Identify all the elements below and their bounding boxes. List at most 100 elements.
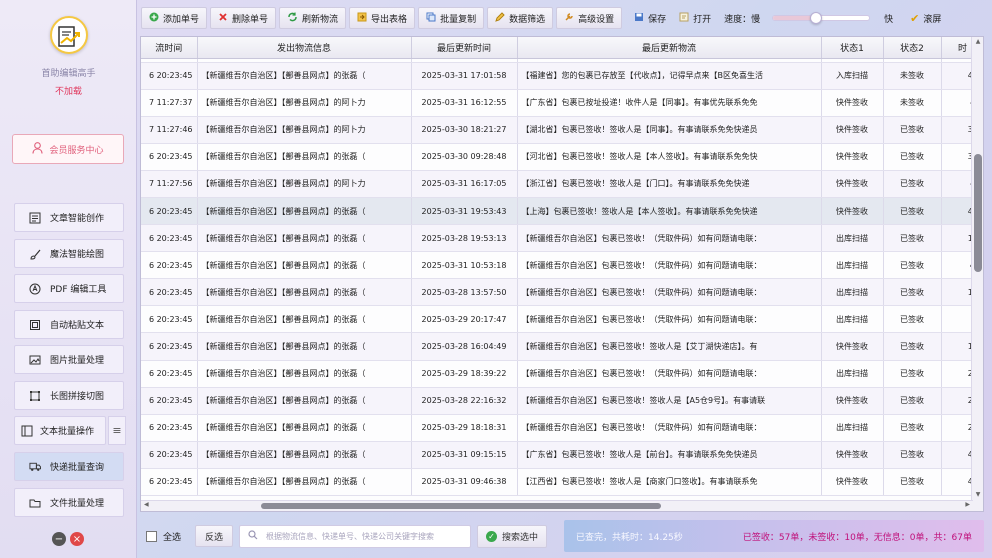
table-cell: 6 20:23:45 xyxy=(141,224,198,253)
member-center-button[interactable]: 会员服务中心 xyxy=(12,134,124,164)
table-row[interactable]: 6 20:23:45 【新疆维吾尔自治区】【鄯善县网点】的张磊（ 2025-03-3… xyxy=(141,468,983,497)
table-cell: 【新疆维吾尔自治区】【鄯善县网点】的张磊（ xyxy=(197,387,412,415)
minimize-icon[interactable]: − xyxy=(52,532,66,546)
table-row[interactable]: 7 11:27:37 【新疆维吾尔自治区】【鄯善县网点】的阿卜力 2025-03-3… xyxy=(141,89,983,117)
scroll-left-icon[interactable]: ◀ xyxy=(144,501,149,508)
table-cell: 已签收 xyxy=(883,143,942,171)
delete-button[interactable]: 删除单号 xyxy=(210,7,277,29)
table-cell: 出库扫描 xyxy=(821,305,884,334)
table-cell: 未签收 xyxy=(883,62,942,90)
table-row[interactable]: 6 20:23:45 【新疆维吾尔自治区】【鄯善县网点】的张磊（ 2025-03-3… xyxy=(141,197,983,226)
speed-slider-handle[interactable] xyxy=(810,12,823,24)
table-cell: 【新疆维吾尔自治区】【鄯善县网点】的张磊（ xyxy=(197,305,412,334)
nav-item-file-batch[interactable]: 文件批量处理 xyxy=(14,488,124,517)
table-cell: 已签收 xyxy=(883,305,942,334)
scroll-right-icon[interactable]: ▶ xyxy=(965,501,970,508)
text-icon xyxy=(21,425,33,437)
nav-item-article[interactable]: 文章智能创作 xyxy=(14,203,124,232)
nav-item-long-image[interactable]: 长图拼接切图 xyxy=(14,381,124,410)
filter-button[interactable]: 数据筛选 xyxy=(487,7,554,29)
column-header[interactable]: 流时间 xyxy=(141,37,198,59)
table-cell: 已签收 xyxy=(883,197,942,226)
batch-copy-button[interactable]: 批量复制 xyxy=(418,7,485,29)
table-row[interactable]: 6 20:23:45 【新疆维吾尔自治区】【鄯善县网点】的张磊（ 2025-03-3… xyxy=(141,62,983,90)
table-row[interactable]: 6 20:23:45 【新疆维吾尔自治区】【鄯善县网点】的张磊（ 2025-03-2… xyxy=(141,332,983,361)
refresh-icon xyxy=(287,12,298,25)
advanced-settings-button[interactable]: 高级设置 xyxy=(556,7,623,29)
save-button[interactable]: 保存 xyxy=(631,7,669,29)
table-row[interactable]: 6 20:23:45 【新疆维吾尔自治区】【鄯善县网点】的张磊（ 2025-03-2… xyxy=(141,360,983,388)
vertical-scrollbar[interactable]: ▲ ▼ xyxy=(971,37,983,511)
column-header[interactable]: 最后更新物流 xyxy=(517,37,822,59)
nav-item-paste[interactable]: 自动粘贴文本 xyxy=(14,310,124,339)
table-cell: 【浙江省】包裹已签收！签收人是【门口】。有事请联系免免快递 xyxy=(517,170,822,198)
table-cell: 6 20:23:45 xyxy=(141,305,198,334)
filter-button-label: 数据筛选 xyxy=(509,14,546,25)
scroll-down-icon[interactable]: ▼ xyxy=(972,491,983,501)
table-cell: 快件签收 xyxy=(821,170,884,198)
brand-status[interactable]: 不加载 xyxy=(0,84,137,97)
table-row[interactable]: 6 20:23:45 【新疆维吾尔自治区】【鄯善县网点】的张磊（ 2025-03-2… xyxy=(141,387,983,415)
status-bar: 已查完，共耗时：14.25秒 已签收：57单，未签收：10单，无信息：0单，共：… xyxy=(564,520,984,552)
table-cell: 2025-03-31 09:15:15 xyxy=(411,441,518,469)
table-cell: 2025-03-31 16:12:55 xyxy=(411,89,518,117)
table-cell: 快件签收 xyxy=(821,332,884,361)
status-done-text: 已查完，共耗时：14.25秒 xyxy=(576,532,683,543)
brand-name: 首助编辑高手 xyxy=(41,69,96,79)
table-cell: 6 20:23:45 xyxy=(141,332,198,361)
table-cell: 7 11:27:56 xyxy=(141,170,198,198)
nav-item-label: 快递批量查询 xyxy=(50,463,105,473)
export-button-label: 导出表格 xyxy=(371,14,408,25)
table-cell: 2025-03-28 19:53:13 xyxy=(411,224,518,253)
close-icon[interactable]: × xyxy=(70,532,84,546)
horizontal-scroll-thumb[interactable] xyxy=(261,503,661,509)
nav-item-express[interactable]: 快递批量查询 xyxy=(14,452,124,481)
sidebar: 首助编辑高手 不加载 会员服务中心 文章智能创作 魔法智能绘图 PDF 编辑工具… xyxy=(0,0,137,558)
scroll-up-icon[interactable]: ▲ xyxy=(972,38,983,48)
table-row[interactable]: 6 20:23:45 【新疆维吾尔自治区】【鄯善县网点】的张磊（ 2025-03-2… xyxy=(141,224,983,253)
table-row[interactable]: 6 20:23:45 【新疆维吾尔自治区】【鄯善县网点】的张磊（ 2025-03-3… xyxy=(141,251,983,280)
table-cell: 6 20:23:45 xyxy=(141,468,198,497)
refresh-button[interactable]: 刷新物流 xyxy=(279,7,347,29)
table-cell: 出库扫描 xyxy=(821,224,884,253)
table-header-row: 流时间 发出物流信息 最后更新时间 最后更新物流 状态1 状态2 时 xyxy=(141,37,983,59)
table-row[interactable]: 6 20:23:45 【新疆维吾尔自治区】【鄯善县网点】的张磊（ 2025-03-2… xyxy=(141,305,983,334)
column-header[interactable]: 状态2 xyxy=(883,37,942,59)
nav-item-drawing[interactable]: 魔法智能绘图 xyxy=(14,239,124,268)
search-box[interactable] xyxy=(239,524,472,548)
column-header[interactable]: 状态1 xyxy=(821,37,884,59)
advanced-settings-button-label: 高级设置 xyxy=(578,14,615,25)
vertical-scroll-thumb[interactable] xyxy=(974,154,982,272)
scroll-toggle[interactable]: ✔ 滚屏 xyxy=(907,7,944,29)
table-cell: 已签收 xyxy=(883,224,942,253)
table-row[interactable]: 7 11:27:56 【新疆维吾尔自治区】【鄯善县网点】的阿卜力 2025-03-3… xyxy=(141,170,983,198)
document-icon xyxy=(29,212,41,224)
column-header[interactable]: 发出物流信息 xyxy=(197,37,412,59)
table-row[interactable]: 7 11:27:46 【新疆维吾尔自治区】【鄯善县网点】的阿卜力 2025-03-3… xyxy=(141,116,983,144)
add-button[interactable]: 添加单号 xyxy=(141,7,208,29)
search-selected-button[interactable]: ✓ 搜索选中 xyxy=(477,524,548,548)
table-row[interactable]: 6 20:23:45 【新疆维吾尔自治区】【鄯善县网点】的张磊（ 2025-03-2… xyxy=(141,278,983,307)
nav-item-text-batch[interactable]: 文本批量操作 xyxy=(14,416,106,445)
nav-item-pdf[interactable]: PDF 编辑工具 xyxy=(14,274,124,303)
invert-selection-button[interactable]: 反选 xyxy=(195,525,234,547)
wrench-icon xyxy=(564,12,574,25)
speed-slider[interactable] xyxy=(772,12,871,24)
search-input[interactable] xyxy=(266,531,467,541)
select-all-label[interactable]: 全选 xyxy=(163,530,181,543)
nav-item-image[interactable]: 图片批量处理 xyxy=(14,345,124,374)
table-cell: 6 20:23:45 xyxy=(141,414,198,442)
table-cell: 6 20:23:45 xyxy=(141,387,198,415)
column-header[interactable]: 最后更新时间 xyxy=(411,37,518,59)
select-all-checkbox[interactable] xyxy=(146,530,157,542)
table-row[interactable]: 6 20:23:45 【新疆维吾尔自治区】【鄯善县网点】的张磊（ 2025-03-3… xyxy=(141,441,983,469)
window-controls: − × xyxy=(52,532,84,546)
horizontal-scrollbar[interactable]: ◀ ▶ xyxy=(141,500,973,511)
checkmark-icon: ✔ xyxy=(910,11,920,25)
table-row[interactable]: 6 20:23:45 【新疆维吾尔自治区】【鄯善县网点】的张磊（ 2025-03-3… xyxy=(141,143,983,171)
table-row[interactable]: 6 20:23:45 【新疆维吾尔自治区】【鄯善县网点】的张磊（ 2025-03-2… xyxy=(141,414,983,442)
menu-icon[interactable]: ≡ xyxy=(108,416,126,445)
export-button[interactable]: 导出表格 xyxy=(349,7,416,29)
open-button[interactable]: 打开 xyxy=(676,7,714,29)
table-cell: 2025-03-28 13:57:50 xyxy=(411,278,518,307)
